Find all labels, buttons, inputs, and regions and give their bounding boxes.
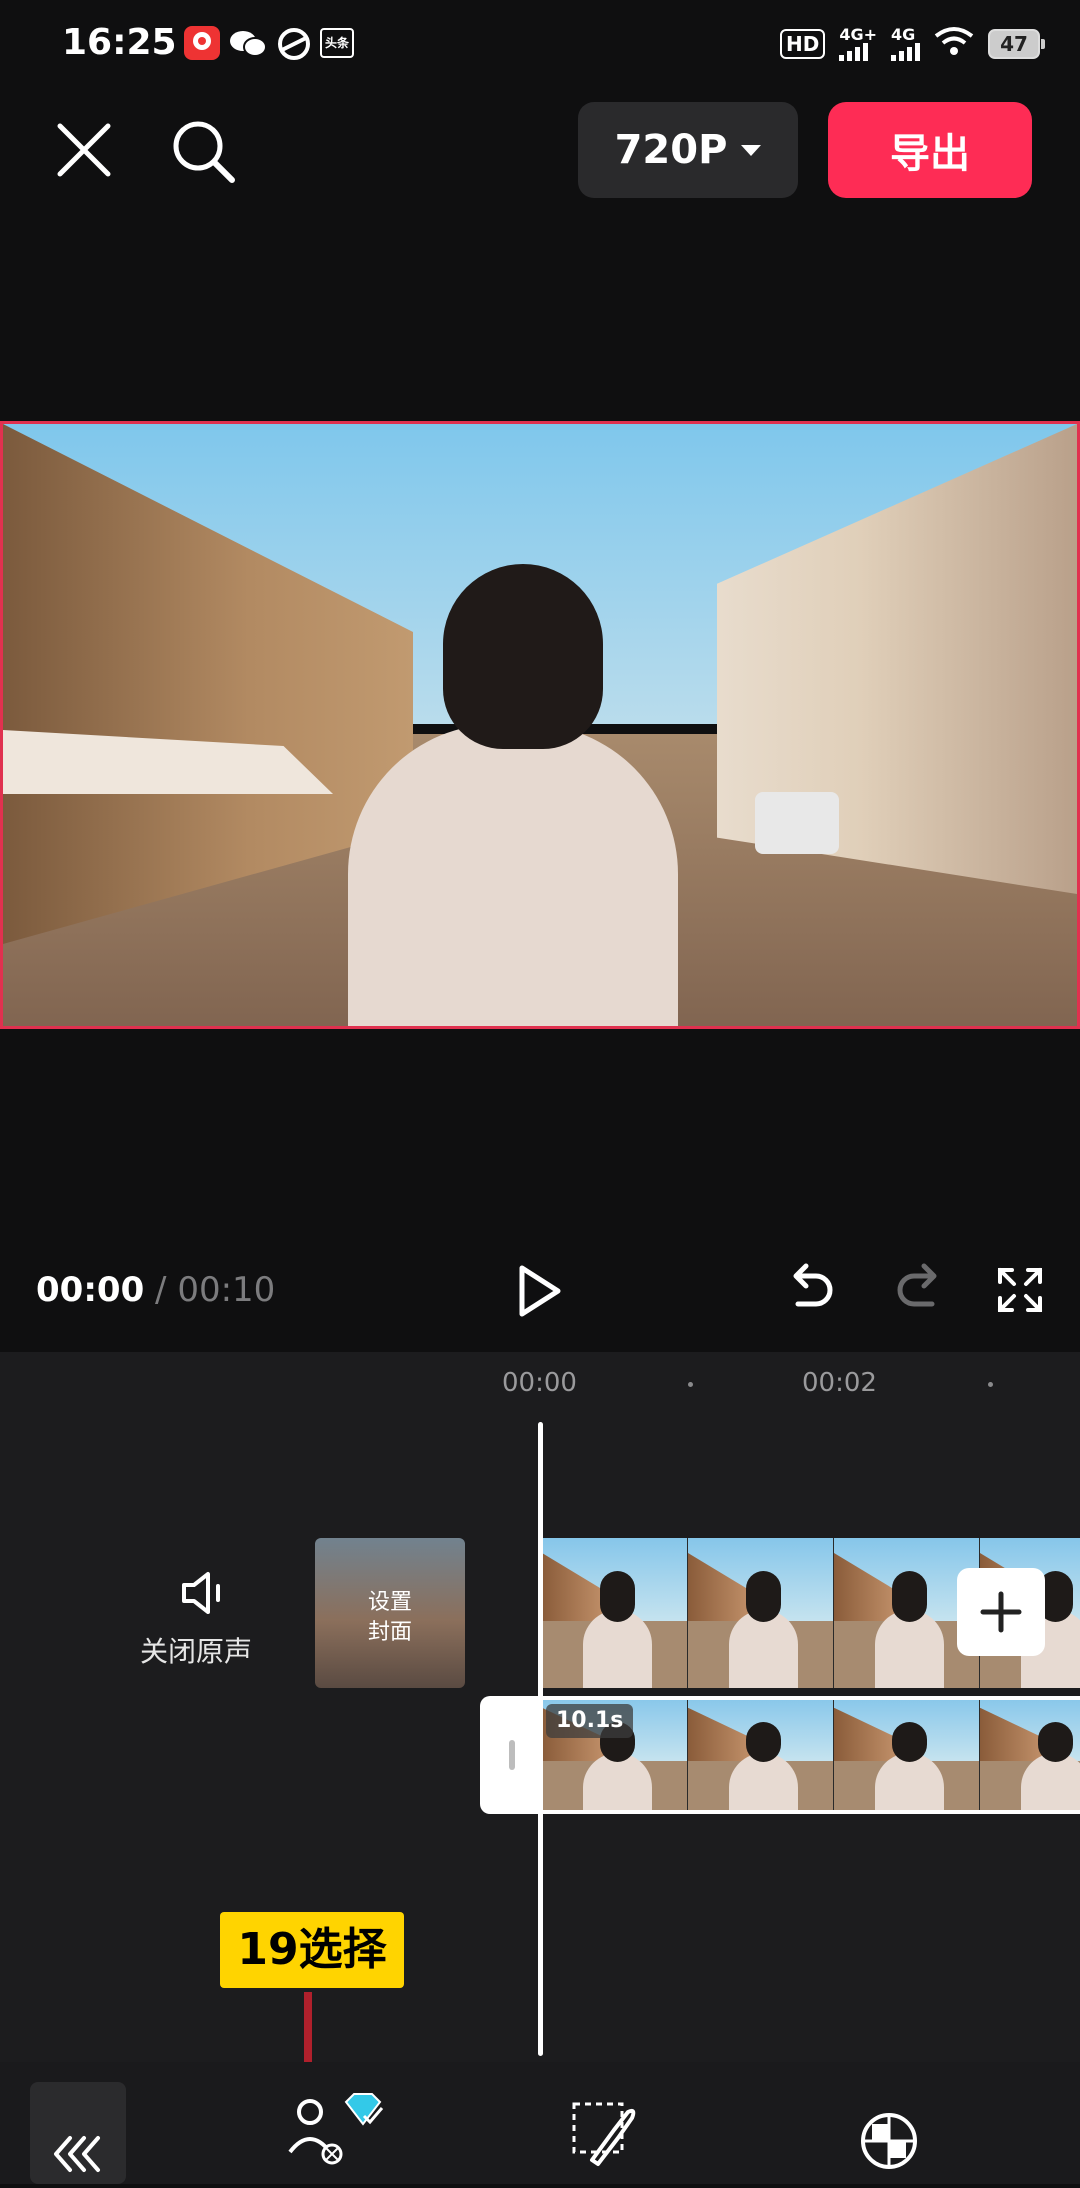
redo-icon <box>897 1263 937 1307</box>
wechat-icon <box>228 28 268 60</box>
ruler-dot <box>988 1382 993 1387</box>
set-cover-button[interactable]: 设置 封面 <box>315 1538 465 1688</box>
preview-person <box>348 724 678 1026</box>
search-icon <box>173 121 235 183</box>
smart-crop-icon <box>572 2102 636 2166</box>
ruler-dot <box>688 1382 693 1387</box>
status-indicators: HD 4G+ 4G 47 <box>779 24 1045 64</box>
preview-van <box>755 792 839 854</box>
collapse-toolbar-button[interactable] <box>30 2082 126 2184</box>
preview-person-hair <box>443 564 603 749</box>
video-preview[interactable] <box>0 421 1080 1029</box>
network-indicator-1: 4G+ <box>839 27 877 61</box>
export-button[interactable]: 导出 <box>828 102 1032 198</box>
signal-bars-icon <box>891 43 920 61</box>
redo-button[interactable] <box>892 1262 944 1318</box>
toutiao-icon: 头条 <box>320 28 354 58</box>
close-button[interactable] <box>52 118 116 182</box>
clip-trim-handle[interactable] <box>480 1696 544 1814</box>
close-icon <box>57 123 111 177</box>
resolution-dropdown[interactable]: 720P <box>578 102 798 198</box>
thumbnail-frame <box>688 1538 834 1688</box>
current-time: 00:00 <box>36 1270 145 1310</box>
play-icon <box>519 1265 561 1317</box>
thumbnail-frame <box>542 1538 688 1688</box>
ruler-label: 00:00 <box>502 1368 577 1398</box>
plus-icon <box>980 1591 1022 1633</box>
fullscreen-icon <box>998 1268 1042 1312</box>
status-time: 16:25 <box>62 22 177 63</box>
browser-icon <box>276 26 312 62</box>
signal-bars-icon <box>839 43 869 61</box>
playhead[interactable] <box>538 1422 543 2056</box>
resolution-value: 720P <box>614 127 728 173</box>
network-indicator-2: 4G <box>891 27 920 61</box>
grip-icon <box>509 1740 515 1770</box>
undo-button[interactable] <box>786 1262 838 1318</box>
step-annotation-label: 19选择 <box>220 1912 404 1988</box>
battery-indicator: 47 <box>988 29 1045 59</box>
filter-icon <box>861 2113 917 2169</box>
collapse-icon <box>54 2136 100 2172</box>
fullscreen-button[interactable] <box>996 1266 1044 1314</box>
filter-button[interactable] <box>858 2110 920 2172</box>
hd-voice-badge: HD <box>779 29 826 59</box>
vip-diamond-icon <box>340 2090 386 2130</box>
add-clip-button[interactable] <box>957 1568 1045 1656</box>
time-separator: / <box>144 1270 178 1310</box>
total-time: 00:10 <box>177 1270 276 1310</box>
undo-icon <box>793 1263 833 1307</box>
wifi-icon <box>934 26 974 62</box>
cover-label: 设置 封面 <box>367 1590 412 1645</box>
clip-duration-badge: 10.1s <box>546 1704 634 1738</box>
mute-audio-label: 关闭原声 <box>140 1635 253 1668</box>
chevron-down-icon <box>741 144 762 156</box>
speaker-icon <box>182 1572 220 1614</box>
ruler-label: 00:02 <box>802 1368 877 1398</box>
timecode: 00:00 / 00:10 <box>36 1270 275 1310</box>
smart-crop-button[interactable] <box>570 2100 640 2170</box>
play-button[interactable] <box>514 1262 566 1320</box>
news-app-icon <box>184 26 220 60</box>
search-button[interactable] <box>168 116 238 186</box>
